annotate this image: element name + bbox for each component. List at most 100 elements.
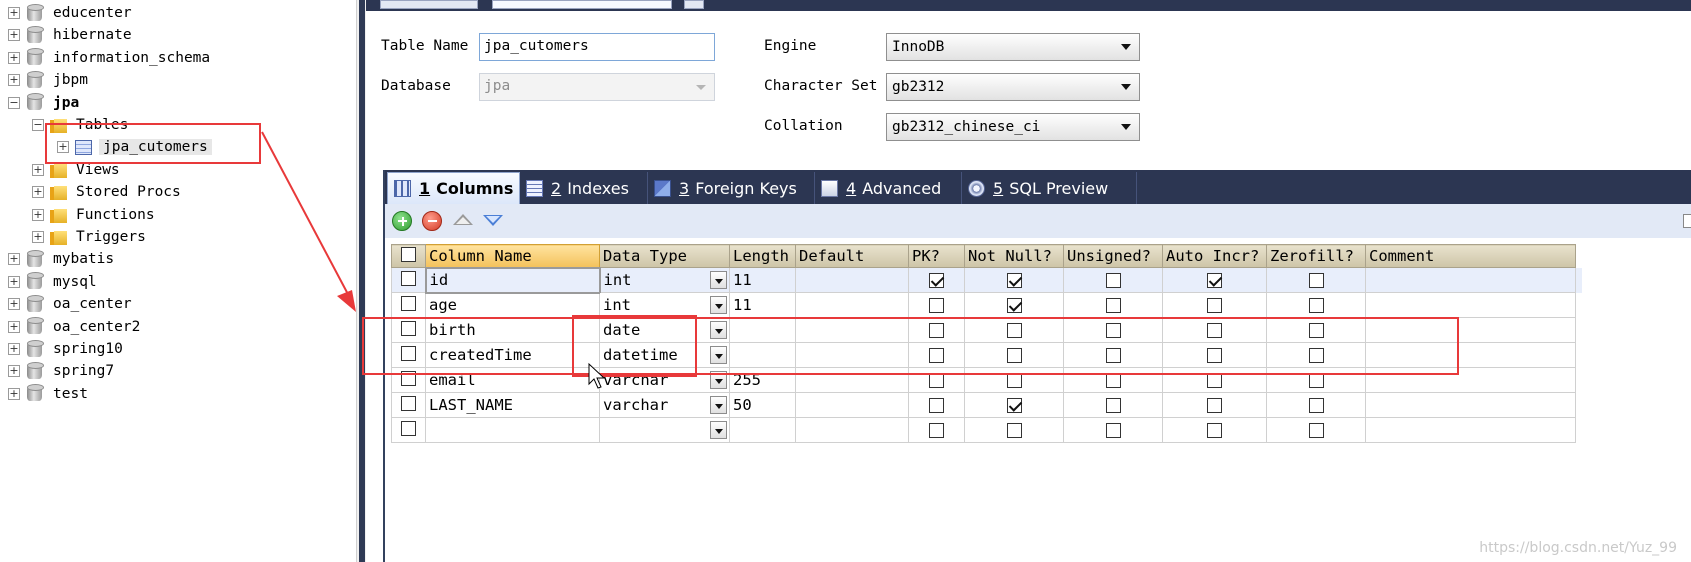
collapse-icon[interactable]: − <box>32 119 44 131</box>
notnull-checkbox[interactable] <box>1006 398 1022 413</box>
notnull-cell[interactable] <box>964 417 1064 443</box>
tree-item-db-mysql[interactable]: + mysql <box>8 271 97 293</box>
column-header-not-null[interactable]: Not Null? <box>964 244 1064 268</box>
autoincr-cell[interactable] <box>1162 417 1267 443</box>
column-name-cell[interactable]: id <box>424 266 601 294</box>
row-select-checkbox[interactable] <box>401 395 416 411</box>
zerofill-checkbox[interactable] <box>1308 398 1324 413</box>
pk-checkbox[interactable] <box>929 373 944 388</box>
autoincr-checkbox[interactable] <box>1207 373 1222 388</box>
length-cell[interactable]: 11 <box>729 267 796 293</box>
expand-icon[interactable]: + <box>8 298 20 311</box>
zerofill-cell[interactable] <box>1266 292 1366 318</box>
tab-sql-preview[interactable]: 5 SQL Preview <box>962 172 1137 204</box>
expand-icon[interactable]: + <box>8 365 20 378</box>
document-tab-active[interactable] <box>492 0 672 9</box>
data-type-cell[interactable]: varchar <box>599 392 730 418</box>
column-name-cell[interactable] <box>425 417 600 443</box>
expand-icon[interactable]: + <box>32 163 44 176</box>
expand-icon[interactable]: + <box>8 275 20 288</box>
zerofill-cell[interactable] <box>1266 392 1366 418</box>
tree-item-db-spring7[interactable]: + spring7 <box>8 360 114 382</box>
autoincr-cell[interactable] <box>1162 392 1267 418</box>
length-cell[interactable] <box>729 417 796 443</box>
expand-icon[interactable]: + <box>32 231 44 243</box>
expand-icon[interactable]: + <box>8 74 20 87</box>
unsigned-checkbox[interactable] <box>1105 398 1121 413</box>
expand-icon[interactable]: + <box>8 343 20 355</box>
column-header-column-name[interactable]: Column Name <box>425 244 600 268</box>
data-type-cell[interactable]: int <box>599 267 730 293</box>
chevron-down-icon[interactable] <box>710 271 727 289</box>
row-select-cell[interactable] <box>391 392 426 418</box>
zerofill-checkbox[interactable] <box>1308 298 1324 313</box>
tree-item-db-test[interactable]: + test <box>8 383 88 405</box>
pk-cell[interactable] <box>908 392 965 418</box>
tree-item-db-jpa[interactable]: − jpa <box>8 92 79 114</box>
comment-cell[interactable] <box>1365 392 1576 418</box>
comment-cell[interactable] <box>1365 267 1576 293</box>
autoincr-checkbox[interactable] <box>1207 273 1222 288</box>
column-header-pk[interactable]: PK? <box>908 244 965 268</box>
expand-icon[interactable]: + <box>8 51 20 64</box>
charset-select[interactable]: gb2312 <box>886 73 1140 101</box>
collapse-icon[interactable]: − <box>8 96 20 109</box>
pk-cell[interactable] <box>908 267 965 293</box>
column-header-comment[interactable]: Comment <box>1365 244 1576 268</box>
unsigned-cell[interactable] <box>1063 392 1163 418</box>
toolbar-checkbox[interactable] <box>1683 214 1691 228</box>
expand-icon[interactable]: + <box>8 253 20 266</box>
default-cell[interactable] <box>795 292 909 318</box>
unsigned-cell[interactable] <box>1063 292 1163 318</box>
default-cell[interactable] <box>795 417 909 443</box>
expand-icon[interactable]: + <box>8 7 20 19</box>
column-header-default[interactable]: Default <box>795 244 909 268</box>
tab-foreign-keys[interactable]: 3 Foreign Keys <box>648 172 815 204</box>
table-row[interactable] <box>391 417 1583 443</box>
pk-cell[interactable] <box>908 417 965 443</box>
row-select-cell[interactable] <box>391 417 426 443</box>
database-select[interactable]: jpa <box>479 73 715 101</box>
zerofill-cell[interactable] <box>1266 417 1366 443</box>
unsigned-checkbox[interactable] <box>1105 273 1121 288</box>
expand-icon[interactable]: + <box>8 387 20 400</box>
expand-icon[interactable]: + <box>32 186 44 199</box>
tab-columns[interactable]: 1 Columns <box>387 172 520 204</box>
select-all-checkbox[interactable] <box>401 246 416 262</box>
expand-icon[interactable]: + <box>8 29 20 42</box>
expand-icon[interactable]: + <box>8 320 20 333</box>
column-header-length[interactable]: Length <box>729 244 796 268</box>
expand-icon[interactable]: + <box>32 208 44 221</box>
unsigned-cell[interactable] <box>1063 417 1163 443</box>
length-cell[interactable]: 50 <box>729 392 796 418</box>
tab-advanced[interactable]: 4 Advanced <box>815 172 962 204</box>
row-select-cell[interactable] <box>391 292 426 318</box>
tree-folder-triggers[interactable]: + Triggers <box>32 226 146 248</box>
chevron-down-icon[interactable] <box>710 421 727 439</box>
row-select-checkbox[interactable] <box>400 270 416 286</box>
tree-item-db-jbpm[interactable]: + jbpm <box>8 69 88 91</box>
data-type-cell[interactable] <box>599 417 730 443</box>
table-row[interactable]: age int 11 <box>391 292 1583 318</box>
table-row[interactable]: LAST_NAME varchar 50 <box>391 392 1583 418</box>
document-tab-1[interactable] <box>380 0 478 9</box>
chevron-down-icon[interactable] <box>710 296 727 314</box>
default-cell[interactable] <box>795 267 909 293</box>
unsigned-checkbox[interactable] <box>1105 298 1121 313</box>
table-row[interactable]: id int 11 <box>391 266 1583 294</box>
column-name-cell[interactable]: LAST_NAME <box>425 392 600 418</box>
tree-item-db-hibernate[interactable]: + hibernate <box>8 24 132 46</box>
row-select-checkbox[interactable] <box>401 295 416 311</box>
tree-item-db-oa-center2[interactable]: + oa_center2 <box>8 316 140 338</box>
autoincr-checkbox[interactable] <box>1207 398 1222 413</box>
chevron-down-icon[interactable] <box>710 396 727 414</box>
pane-splitter[interactable] <box>356 0 366 562</box>
zerofill-checkbox[interactable] <box>1308 423 1324 438</box>
unsigned-cell[interactable] <box>1063 267 1163 293</box>
data-type-cell[interactable]: int <box>599 292 730 318</box>
move-down-icon[interactable] <box>483 215 503 226</box>
move-up-icon[interactable] <box>453 214 473 225</box>
tree-item-db-spring10[interactable]: + spring10 <box>8 338 123 360</box>
column-header-data-type[interactable]: Data Type <box>599 244 730 268</box>
notnull-cell[interactable] <box>964 267 1064 293</box>
